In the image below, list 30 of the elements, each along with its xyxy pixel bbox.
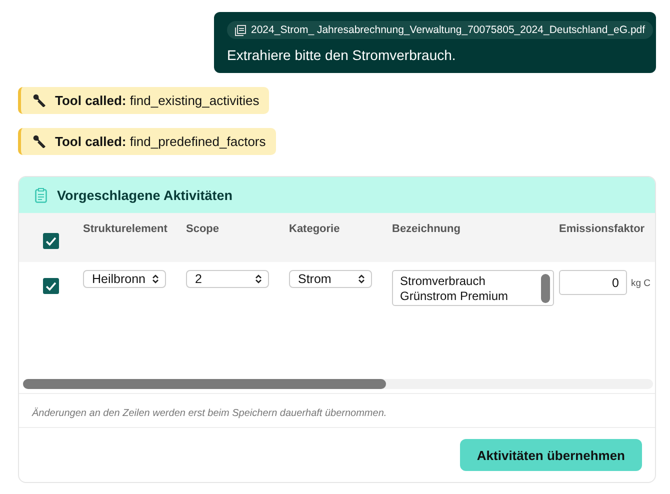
message-text: Extrahiere bitte den Stromverbrauch. xyxy=(227,47,456,63)
scroll-thumb[interactable] xyxy=(541,274,550,303)
clipboard-icon xyxy=(35,188,47,202)
wrench-icon xyxy=(33,135,46,148)
checkbox[interactable] xyxy=(43,232,59,248)
dropdown[interactable]: Heilbronn xyxy=(83,270,166,288)
tool-call-text: Tool called: find_existing_activities xyxy=(55,93,260,108)
attachment-chip[interactable]: 2024_Strom_ Jahresabrechnung_Verwaltung_70075805_2024_Deutschland_eG.pdf xyxy=(227,21,654,39)
column-header: Strukturelement xyxy=(83,223,168,235)
column-header: Scope xyxy=(186,223,220,235)
scrollbar[interactable] xyxy=(23,379,653,389)
tool-call-text: Tool called: find_predefined_factors xyxy=(55,134,266,149)
unit-label: kg C xyxy=(631,278,651,289)
dropdown[interactable]: 2 xyxy=(186,270,269,288)
column-header: Bezeichnung xyxy=(392,223,462,235)
dropdown[interactable]: Strom xyxy=(289,270,372,288)
card-title: Vorgeschlagene Aktivitäten xyxy=(57,188,233,202)
checkbox[interactable] xyxy=(43,278,59,294)
document-icon xyxy=(235,24,246,36)
text-area[interactable]: Stromverbrauch Grünstrom Premium xyxy=(392,270,554,306)
hint-text: Änderungen an den Zeilen werden erst beim Speichern dauerhaft übernommen. xyxy=(32,408,387,419)
column-header: Kategorie xyxy=(289,223,341,235)
caret-icon xyxy=(255,274,262,284)
column-header: Emissionsfaktor xyxy=(559,223,646,235)
wrench-icon xyxy=(33,94,46,107)
number-field[interactable]: 0 xyxy=(559,270,627,295)
scrollbar-thumb[interactable] xyxy=(23,379,386,389)
apply-activities-button[interactable]: Aktivitäten übernehmen xyxy=(460,439,642,471)
caret-icon xyxy=(358,274,365,284)
caret-icon xyxy=(152,274,159,284)
